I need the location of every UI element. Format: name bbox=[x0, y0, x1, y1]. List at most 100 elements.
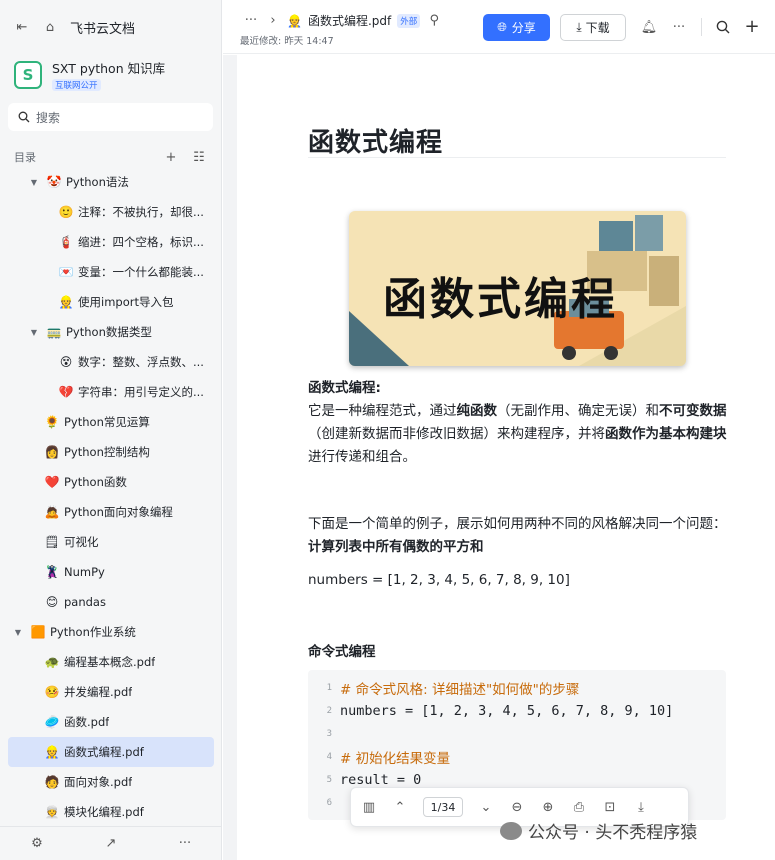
tree-item[interactable]: ❤️ Python函数 bbox=[0, 467, 222, 497]
print-icon[interactable]: ⎙ bbox=[571, 799, 587, 815]
doc-tree: ▼ 🤡 Python语法 🙂 注释：不被执行，却很... 🧯 缩进：四个空格，标识... 💌 变… bbox=[0, 167, 222, 827]
page-indicator[interactable]: 1/34 bbox=[423, 797, 463, 817]
sidebar-toggle-icon[interactable]: ▥ bbox=[361, 799, 377, 815]
tree-item-label: Python语法 bbox=[66, 175, 129, 189]
expand-arrow-icon[interactable]: ▼ bbox=[28, 178, 40, 187]
doc-emoji-icon: ❤️ bbox=[44, 475, 60, 489]
wechat-icon bbox=[500, 821, 522, 840]
tree-item-label: 变量：一个什么都能装... bbox=[78, 265, 204, 279]
tree-item[interactable]: ▼ 🚃 Python数据类型 bbox=[0, 317, 222, 347]
tree-item[interactable]: 👷 使用import导入包 bbox=[0, 287, 222, 317]
tree-item[interactable]: 👳 模块化编程.pdf bbox=[0, 797, 222, 827]
tree-item[interactable]: 🤒 并发编程.pdf bbox=[0, 677, 222, 707]
doc-emoji-icon: 🦹 bbox=[44, 565, 60, 579]
expand-arrow-icon[interactable]: ▼ bbox=[28, 328, 40, 337]
tree-item[interactable]: 🌻 Python常见运算 bbox=[0, 407, 222, 437]
code-line: 1 # 命令式风格: 详细描述"如何做"的步骤 bbox=[308, 676, 580, 699]
download-icon: ⤓ bbox=[576, 20, 582, 34]
expand-arrow-icon[interactable]: ▼ bbox=[12, 628, 24, 637]
doc-emoji-icon: 👩 bbox=[44, 445, 60, 459]
tree-item[interactable]: 👩 Python控制结构 bbox=[0, 437, 222, 467]
line-number: 3 bbox=[326, 728, 332, 739]
tree-item[interactable]: 💌 变量：一个什么都能装... bbox=[0, 257, 222, 287]
paragraph-example: 下面是一个简单的例子，展示如何用两种不同的风格解决同一个问题： 计算列表中所有偶数… bbox=[308, 513, 728, 559]
intro-text: （创建新数据而非修改旧数据）来构建程序，并将 bbox=[308, 426, 605, 442]
tree-item[interactable]: 🙂 注释：不被执行，却很... bbox=[0, 197, 222, 227]
share-out-icon[interactable]: ↗ bbox=[103, 836, 119, 852]
tree-item-label: 注释：不被执行，却很... bbox=[78, 205, 204, 219]
doc-emoji-icon: 🗒 bbox=[44, 535, 60, 549]
tree-item[interactable]: 🧯 缩进：四个空格，标识... bbox=[0, 227, 222, 257]
plus-icon[interactable]: + bbox=[744, 18, 760, 36]
doc-emoji-icon: 🤡 bbox=[46, 175, 62, 189]
divider bbox=[701, 18, 702, 36]
tree-item-label: Python数据类型 bbox=[66, 325, 152, 339]
doc-emoji-icon: 🚃 bbox=[46, 325, 62, 339]
tree-item-label: Python控制结构 bbox=[64, 445, 150, 459]
search-icon[interactable] bbox=[716, 20, 730, 34]
prev-page-icon[interactable]: ⌃ bbox=[392, 799, 408, 815]
present-icon[interactable]: ⊡ bbox=[602, 799, 618, 815]
doc-emoji-icon: 💌 bbox=[58, 265, 74, 279]
code-line: 4 # 初始化结果变量 bbox=[308, 745, 451, 768]
home-icon[interactable]: ⌂ bbox=[42, 19, 58, 35]
bell-icon[interactable]: 🔔︎ bbox=[641, 19, 658, 35]
zoom-in-icon[interactable]: ⊕ bbox=[540, 799, 556, 815]
more-icon[interactable]: ··· bbox=[177, 836, 193, 852]
tree-item[interactable]: 🦹 NumPy bbox=[0, 557, 222, 587]
kb-public-badge: 互联网公开 bbox=[52, 79, 101, 91]
tree-item-label: 字符串：用引号定义的... bbox=[78, 385, 204, 399]
zoom-out-icon[interactable]: ⊖ bbox=[509, 799, 525, 815]
intro-bold: 纯函数 bbox=[456, 403, 498, 419]
more-options-icon[interactable]: ··· bbox=[671, 19, 687, 35]
code-text: result = 0 bbox=[340, 771, 422, 788]
tree-item-label: Python函数 bbox=[64, 475, 127, 489]
line-number: 4 bbox=[326, 751, 332, 762]
share-button[interactable]: 🌐︎ 分享 bbox=[483, 14, 550, 41]
tree-item[interactable]: 🗒 可视化 bbox=[0, 527, 222, 557]
numbers-line: numbers = [1, 2, 3, 4, 5, 6, 7, 8, 9, 10… bbox=[308, 572, 570, 588]
download-label: 下载 bbox=[585, 21, 610, 35]
sidebar-bottombar: ⚙ ↗ ··· bbox=[0, 826, 222, 860]
doc-emoji-icon: 🥏 bbox=[44, 715, 60, 729]
tree-item-label: NumPy bbox=[64, 565, 105, 579]
tree-item[interactable]: 😊 pandas bbox=[0, 587, 222, 617]
sidebar-topbar: ⇤ ⌂ 飞书云文档 bbox=[0, 0, 221, 54]
tree-item-label: Python常见运算 bbox=[64, 415, 150, 429]
next-page-icon[interactable]: ⌄ bbox=[478, 799, 494, 815]
code-text: numbers = [1, 2, 3, 4, 5, 6, 7, 8, 9, 10… bbox=[340, 702, 674, 719]
tree-item[interactable]: 😵 数字：整数、浮点数、... bbox=[0, 347, 222, 377]
tree-item[interactable]: ▼ 🟧 Python作业系统 bbox=[0, 617, 222, 647]
list-options-icon[interactable]: ☷ bbox=[191, 149, 207, 165]
tree-item[interactable]: 🥏 函数.pdf bbox=[0, 707, 222, 737]
globe-icon: 🌐︎ bbox=[497, 20, 507, 34]
share-label: 分享 bbox=[511, 21, 536, 35]
tree-item[interactable]: 👷 函数式编程.pdf bbox=[8, 737, 214, 767]
doc-emoji-icon: 😊 bbox=[45, 595, 59, 609]
add-icon[interactable]: + bbox=[163, 149, 179, 165]
tree-item-label: 函数.pdf bbox=[64, 715, 110, 729]
code-line: 2 numbers = [1, 2, 3, 4, 5, 6, 7, 8, 9, 1… bbox=[308, 699, 674, 722]
doc-emoji-icon: 🌻 bbox=[44, 415, 60, 429]
knowledge-base-header[interactable]: S SXT python 知识库 互联网公开 bbox=[0, 54, 221, 103]
banner-image: 函数式编程 bbox=[349, 211, 686, 366]
doc-title[interactable]: 函数式编程.pdf bbox=[308, 12, 391, 29]
tree-item[interactable]: 🐢 编程基本概念.pdf bbox=[0, 647, 222, 677]
collapse-sidebar-icon[interactable]: ⇤ bbox=[14, 19, 30, 35]
tree-item-label: 使用import导入包 bbox=[78, 295, 174, 309]
search-input[interactable]: 搜索 bbox=[8, 103, 213, 131]
search-icon bbox=[18, 111, 30, 123]
settings-icon[interactable]: ⚙ bbox=[29, 836, 45, 852]
line-number: 6 bbox=[326, 797, 332, 808]
pin-icon[interactable]: ⚲ bbox=[426, 13, 442, 29]
more-icon[interactable]: ··· bbox=[243, 13, 259, 29]
app-name[interactable]: 飞书云文档 bbox=[70, 18, 135, 37]
tree-item[interactable]: 🧑 面向对象.pdf bbox=[0, 767, 222, 797]
doc-icon: 👷 bbox=[287, 13, 302, 28]
download-icon[interactable]: ⤓ bbox=[633, 799, 649, 815]
download-button[interactable]: ⤓ 下载 bbox=[560, 14, 626, 41]
tree-item[interactable]: ▼ 🤡 Python语法 bbox=[0, 167, 222, 197]
tree-item[interactable]: 🙇 Python面向对象编程 bbox=[0, 497, 222, 527]
doc-emoji-icon: 🧯 bbox=[58, 235, 74, 249]
tree-item[interactable]: 💔 字符串：用引号定义的... bbox=[0, 377, 222, 407]
